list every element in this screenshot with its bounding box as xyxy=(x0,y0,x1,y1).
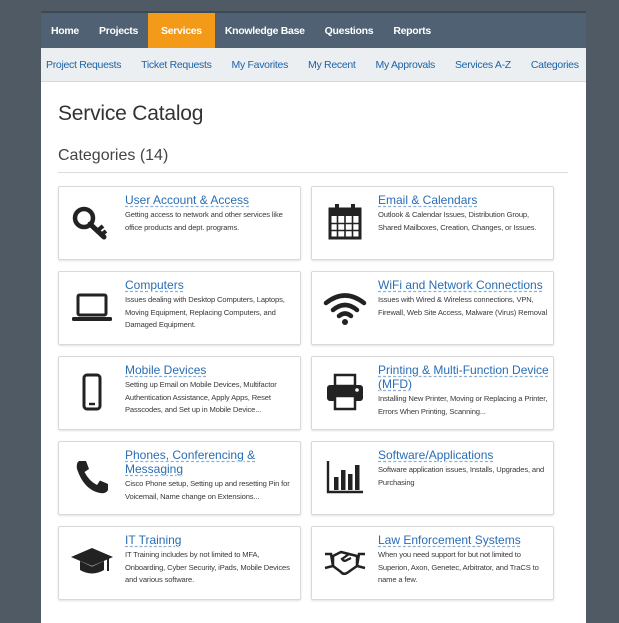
nav-projects[interactable]: Projects xyxy=(89,13,148,48)
nav-services[interactable]: Services xyxy=(148,13,215,48)
category-card-law-enforcement[interactable]: Law Enforcement Systems When you need su… xyxy=(311,526,554,600)
category-title[interactable]: WiFi and Network Connections xyxy=(378,278,550,292)
category-card-software-applications[interactable]: Software/Applications Software applicati… xyxy=(311,441,554,515)
key-icon xyxy=(67,199,117,245)
mobile-phone-icon xyxy=(67,369,117,415)
subnav-my-recent[interactable]: My Recent xyxy=(308,59,356,71)
category-card-printing-mfd[interactable]: Printing & Multi-Function Device (MFD) I… xyxy=(311,356,554,430)
category-card-email-calendars[interactable]: Email & Calendars Outlook & Calendar Iss… xyxy=(311,186,554,260)
subnav-my-favorites[interactable]: My Favorites xyxy=(232,59,289,71)
laptop-icon xyxy=(67,284,117,330)
phone-handset-icon xyxy=(67,454,117,500)
subnav-project-requests[interactable]: Project Requests xyxy=(46,59,121,71)
top-navigation: Home Projects Services Knowledge Base Qu… xyxy=(41,11,586,48)
sub-navigation: Project Requests Ticket Requests My Favo… xyxy=(41,48,586,82)
nav-reports[interactable]: Reports xyxy=(383,13,441,48)
section-divider xyxy=(58,172,568,173)
category-title[interactable]: Computers xyxy=(125,278,297,292)
category-title[interactable]: IT Training xyxy=(125,533,297,547)
category-title[interactable]: Software/Applications xyxy=(378,448,550,462)
category-description: When you need support for but not limite… xyxy=(378,550,539,585)
category-title[interactable]: Email & Calendars xyxy=(378,193,550,207)
category-description: Issues dealing with Desktop Computers, L… xyxy=(125,295,285,330)
handshake-icon xyxy=(320,539,370,585)
category-description: Outlook & Calendar Issues, Distribution … xyxy=(378,210,537,232)
category-title[interactable]: Mobile Devices xyxy=(125,363,297,377)
category-description: Cisco Phone setup, Setting up and resett… xyxy=(125,479,290,501)
category-description: Setting up Email on Mobile Devices, Mult… xyxy=(125,380,277,415)
category-title[interactable]: Law Enforcement Systems xyxy=(378,533,550,547)
category-card-it-training[interactable]: IT Training IT Training includes by not … xyxy=(58,526,301,600)
bar-chart-icon xyxy=(320,454,370,500)
section-title: Categories (14) xyxy=(58,147,169,164)
category-card-computers[interactable]: Computers Issues dealing with Desktop Co… xyxy=(58,271,301,345)
nav-knowledge-base[interactable]: Knowledge Base xyxy=(215,13,315,48)
graduation-cap-icon xyxy=(67,539,117,585)
category-card-user-account-access[interactable]: User Account & Access Getting access to … xyxy=(58,186,301,260)
category-description: IT Training includes by not limited to M… xyxy=(125,550,290,585)
category-description: Software application issues, Installs, U… xyxy=(378,465,545,487)
nav-home[interactable]: Home xyxy=(41,13,89,48)
page-title: Service Catalog xyxy=(58,102,204,125)
category-card-phones-conferencing[interactable]: Phones, Conferencing & Messaging Cisco P… xyxy=(58,441,301,515)
category-card-wifi-network[interactable]: WiFi and Network Connections Issues with… xyxy=(311,271,554,345)
wifi-icon xyxy=(320,284,370,330)
category-description: Getting access to network and other serv… xyxy=(125,210,283,232)
category-card-mobile-devices[interactable]: Mobile Devices Setting up Email on Mobil… xyxy=(58,356,301,430)
subnav-categories[interactable]: Categories xyxy=(531,59,579,71)
calendar-icon xyxy=(320,199,370,245)
subnav-ticket-requests[interactable]: Ticket Requests xyxy=(141,59,212,71)
printer-icon xyxy=(320,369,370,415)
category-title[interactable]: Phones, Conferencing & Messaging xyxy=(125,448,297,476)
nav-questions[interactable]: Questions xyxy=(315,13,384,48)
app-frame: Home Projects Services Knowledge Base Qu… xyxy=(41,11,586,623)
category-title[interactable]: User Account & Access xyxy=(125,193,297,207)
category-description: Issues with Wired & Wireless connections… xyxy=(378,295,548,317)
category-description: Installing New Printer, Moving or Replac… xyxy=(378,394,548,416)
subnav-services-a-z[interactable]: Services A-Z xyxy=(455,59,511,71)
subnav-my-approvals[interactable]: My Approvals xyxy=(376,59,436,71)
category-title[interactable]: Printing & Multi-Function Device (MFD) xyxy=(378,363,550,391)
